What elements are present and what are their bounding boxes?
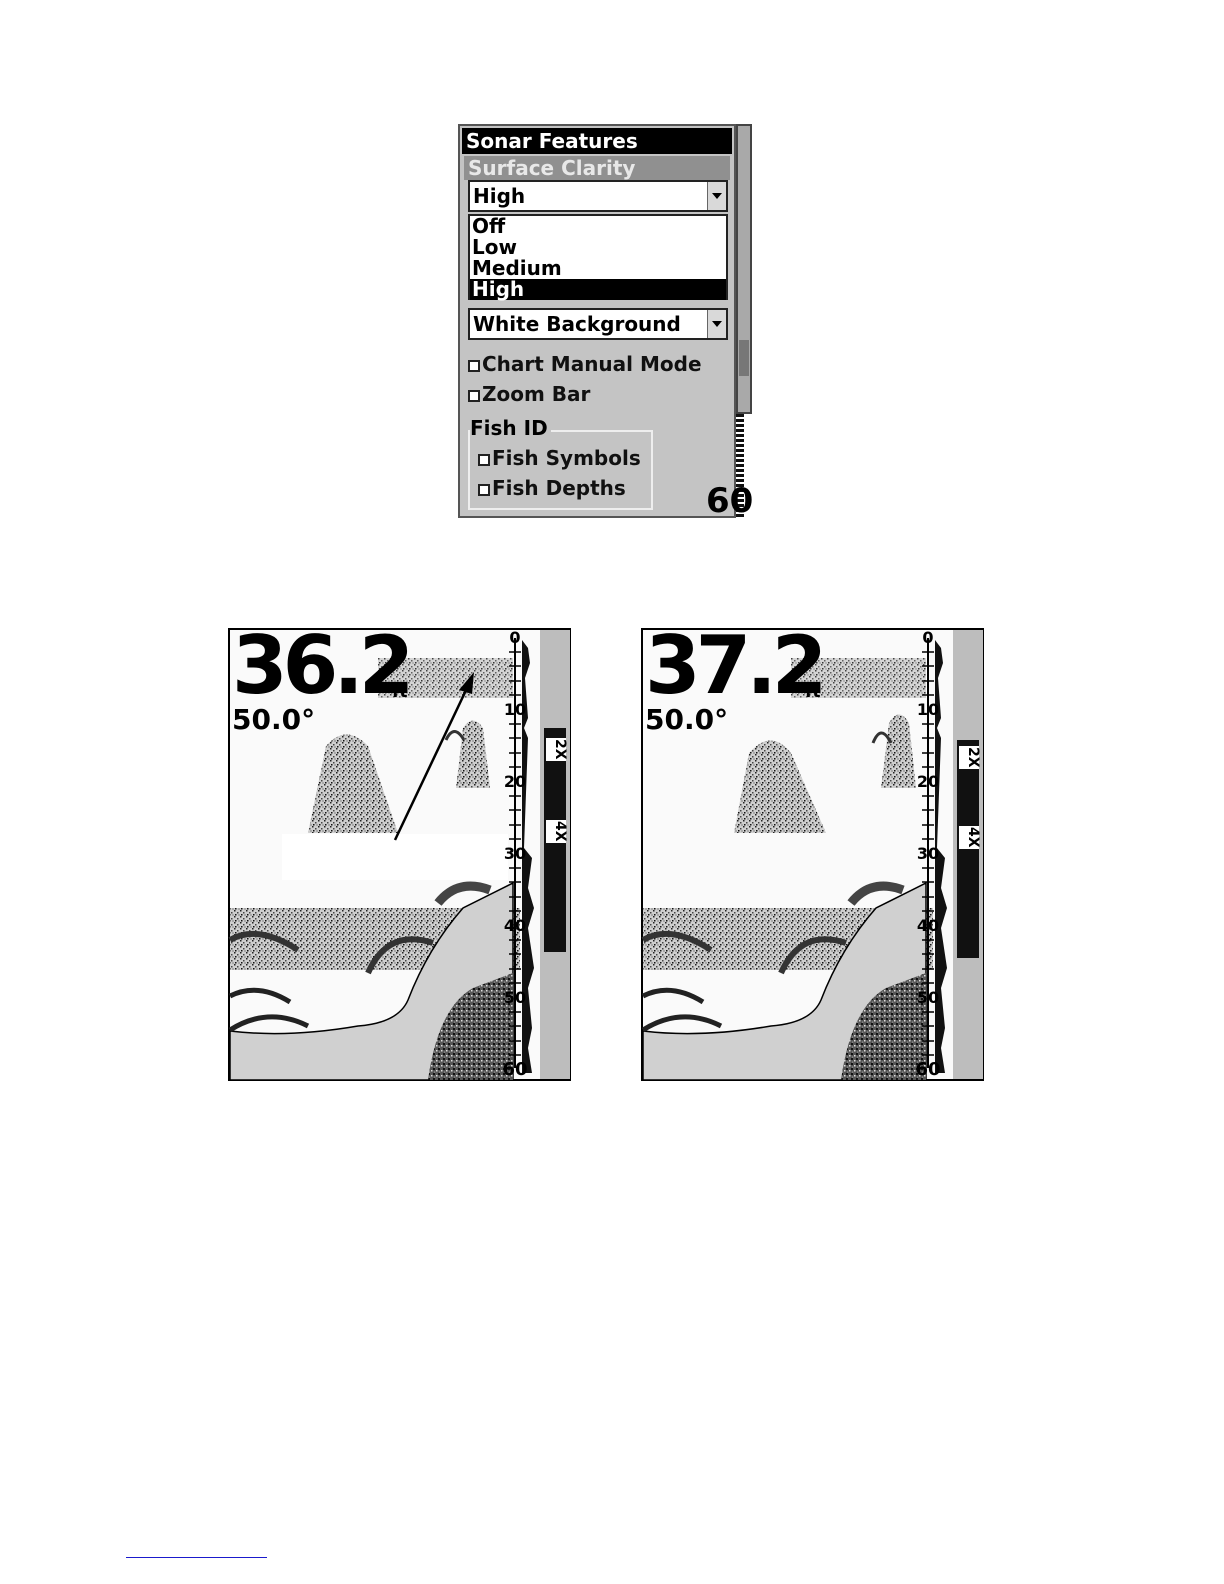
chart-manual-mode-checkbox[interactable]: Chart Manual Mode	[468, 352, 702, 376]
option-low[interactable]: Low	[470, 237, 726, 258]
zoom-bar-label: Zoom Bar	[482, 382, 591, 406]
scale-label-10: 10	[916, 700, 940, 719]
scale-label-20: 20	[916, 772, 940, 791]
menu-title: Sonar Features	[462, 128, 732, 154]
blank-label-area	[282, 834, 508, 880]
zoom-bar-fill	[957, 740, 979, 958]
option-medium[interactable]: Medium	[470, 258, 726, 279]
checkbox-icon[interactable]	[478, 454, 490, 466]
scale-label-0: 0	[922, 628, 934, 647]
option-high[interactable]: High	[470, 279, 726, 300]
scale-label-30: 30	[503, 844, 527, 863]
scale-label-60: 60	[502, 1059, 528, 1080]
surface-clarity-value: High	[473, 184, 526, 208]
checkbox-icon[interactable]	[478, 484, 490, 496]
option-off[interactable]: Off	[470, 216, 726, 237]
depth-readout: 37.2	[645, 619, 827, 712]
background-value: White Background	[473, 312, 681, 336]
zoom-2x-label[interactable]: 2X	[959, 746, 981, 769]
chart-manual-mode-label: Chart Manual Mode	[482, 352, 702, 376]
fish-symbols-checkbox[interactable]: Fish Symbols	[478, 446, 641, 470]
scale-label-40: 40	[503, 916, 527, 935]
scale-label-50: 50	[916, 988, 940, 1007]
sonar-screen-right: 37.2 ft 50.0° 0 10 20 30 40 50 60 2X 4X	[641, 619, 984, 1081]
scale-label-50: 50	[503, 988, 527, 1007]
scale-label-10: 10	[503, 700, 527, 719]
zoom-2x-label[interactable]: 2X	[546, 738, 568, 761]
scale-label-40: 40	[916, 916, 940, 935]
chevron-down-icon[interactable]	[707, 310, 726, 338]
background-select[interactable]: White Background	[468, 308, 728, 340]
fish-depths-checkbox[interactable]: Fish Depths	[478, 476, 626, 500]
footnote-rule	[126, 1557, 267, 1558]
zoom-4x-label[interactable]: 4X	[546, 820, 568, 843]
scale-label-30: 30	[916, 844, 940, 863]
depth-readout: 36.2	[232, 619, 414, 712]
scale-label-20: 20	[503, 772, 527, 791]
surface-clarity-dropdown: Off Low Medium High	[468, 214, 728, 300]
fish-id-label: Fish ID	[470, 416, 551, 440]
depth-unit: ft	[805, 682, 821, 702]
sonar-features-menu: Sonar Features Surface Clarity High Off …	[458, 124, 753, 518]
water-temperature: 50.0°	[232, 703, 316, 736]
scale-label-0: 0	[509, 628, 521, 647]
fish-symbols-label: Fish Symbols	[492, 446, 641, 470]
fish-depths-label: Fish Depths	[492, 476, 626, 500]
background-depth-digit: 60	[706, 481, 754, 521]
checkbox-icon[interactable]	[468, 390, 480, 402]
menu-scrollbar[interactable]	[736, 124, 752, 414]
surface-clarity-label: Surface Clarity	[464, 156, 730, 180]
zoom-bar-checkbox[interactable]: Zoom Bar	[468, 382, 590, 406]
chevron-down-icon[interactable]	[707, 182, 726, 210]
depth-unit: ft	[392, 682, 408, 702]
sonar-screen-left: 36.2 ft 50.0° 0 10 20 30 40 50 60 2X 4X	[228, 619, 571, 1081]
water-temperature: 50.0°	[645, 703, 729, 736]
surface-clarity-select[interactable]: High	[468, 180, 728, 212]
zoom-4x-label[interactable]: 4X	[959, 826, 981, 849]
scrollbar-thumb[interactable]	[739, 340, 749, 376]
checkbox-icon[interactable]	[468, 360, 480, 372]
scale-label-60: 60	[915, 1059, 941, 1080]
